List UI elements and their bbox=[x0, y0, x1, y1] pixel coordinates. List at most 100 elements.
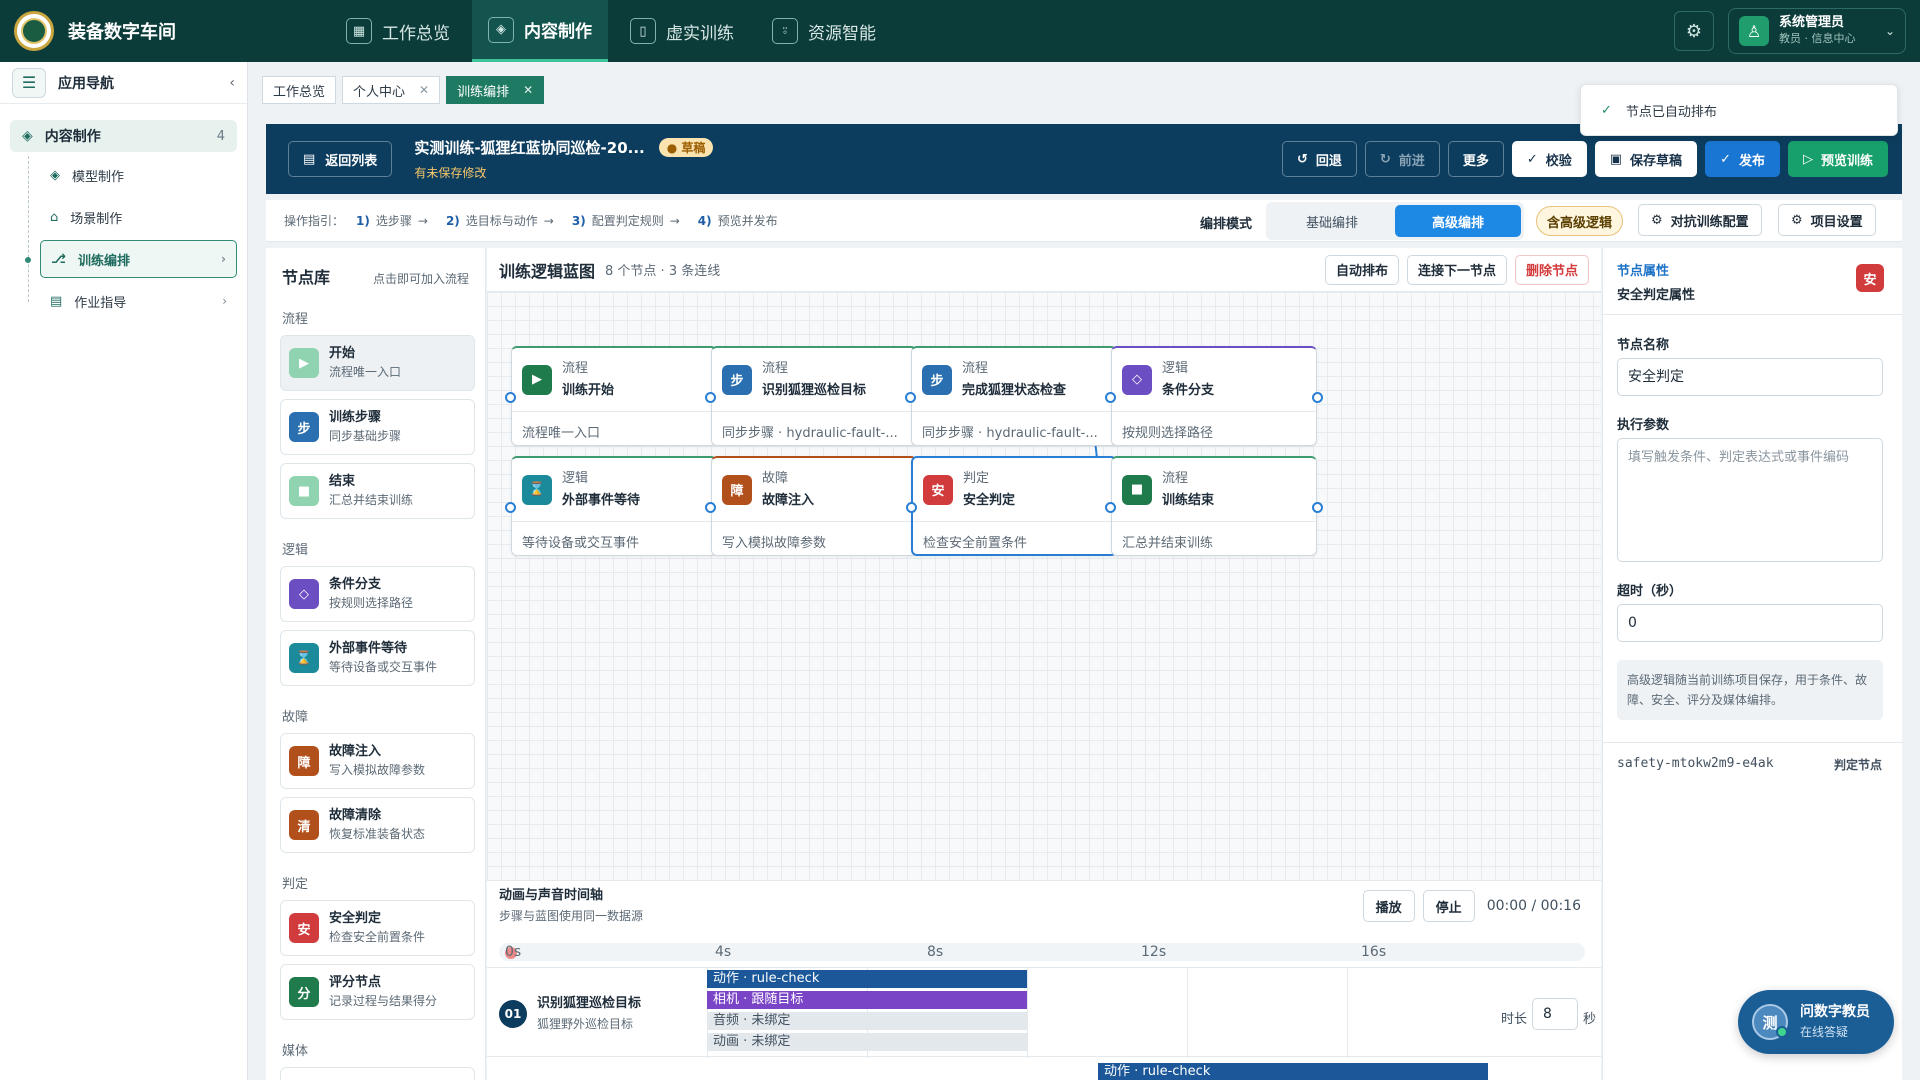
input-port[interactable] bbox=[705, 502, 716, 513]
delete-node-button[interactable]: 删除节点 bbox=[1514, 254, 1589, 285]
assistant-name: 问数字教员 bbox=[1800, 1004, 1870, 1020]
sidebar-item[interactable]: ⎇ 训练编排 › bbox=[25, 240, 237, 278]
tab[interactable]: 训练编排 ✕ bbox=[446, 76, 545, 104]
node-type-icon: ◇ bbox=[1122, 364, 1152, 395]
menu-icon[interactable]: ☰ bbox=[12, 67, 46, 98]
tab[interactable]: 工作总览 bbox=[262, 76, 337, 104]
project-name: 实测训练-狐狸红蓝协同巡检-20... bbox=[414, 139, 645, 157]
back-to-list-button[interactable]: ▤ 返回列表 bbox=[288, 141, 393, 177]
dashboard-icon: ▦ bbox=[346, 18, 372, 44]
output-port[interactable] bbox=[1312, 502, 1323, 513]
tab[interactable]: 个人中心 ✕ bbox=[342, 76, 441, 104]
stop-button[interactable]: 停止 bbox=[1422, 890, 1475, 922]
library-item-text: 故障清除 恢复标准装备状态 bbox=[329, 807, 425, 843]
play-icon: ▷ bbox=[1802, 151, 1813, 167]
library-title: 节点库 bbox=[282, 268, 331, 287]
arrow-right-icon: → bbox=[543, 213, 554, 228]
basic-mode-tab[interactable]: 基础编排 bbox=[1269, 205, 1395, 237]
sidebar-item[interactable]: ▤ 作业指导 › bbox=[40, 282, 237, 320]
timeline-segment[interactable]: 音频 · 未绑定 bbox=[707, 1012, 1027, 1030]
library-item[interactable]: 分评分节点 记录过程与结果得分 bbox=[280, 964, 475, 1020]
timeline-segment[interactable]: 动作 · rule-check bbox=[707, 970, 1027, 988]
blueprint-node[interactable]: 步流程 完成狐狸状态检查 同步步骤 · hydraulic-fault-... bbox=[905, 346, 1123, 446]
preview-training-button[interactable]: ▷ 预览训练 bbox=[1787, 141, 1888, 177]
save-draft-button[interactable]: ▣ 保存草稿 bbox=[1594, 141, 1698, 177]
gear-icon[interactable]: ⚙ bbox=[1674, 11, 1714, 51]
timeout-input[interactable]: 0 bbox=[1617, 604, 1883, 642]
input-port[interactable] bbox=[1105, 392, 1116, 403]
blueprint-node[interactable]: 安判定 安全判定 检查安全前置条件 bbox=[906, 456, 1122, 556]
connect-next-button[interactable]: 连接下一节点 bbox=[1406, 254, 1507, 285]
canvas-grid[interactable]: ▶ 流程 训练开始 流程唯一入口步流程 识别狐狸巡检目标 同步步骤 · hydraulic… bbox=[487, 292, 1601, 880]
timeline-segment[interactable]: 动作 · rule-check bbox=[1098, 1063, 1488, 1080]
library-item[interactable]: 清故障清除 恢复标准装备状态 bbox=[280, 797, 475, 853]
tab-label: 个人中心 bbox=[353, 84, 406, 100]
validate-button[interactable]: ✓ 校验 bbox=[1511, 141, 1587, 177]
auto-layout-button[interactable]: 自动排布 bbox=[1324, 254, 1399, 285]
blueprint-canvas: 训练逻辑蓝图 8 个节点 · 3 条连线 自动排布 连接下一节点 删除节点 ▶ 流… bbox=[487, 248, 1601, 880]
timeline-segment[interactable]: 动画 · 未绑定 bbox=[707, 1033, 1027, 1051]
sidebar-item[interactable]: ◈ 模型制作 bbox=[40, 156, 237, 194]
blueprint-node[interactable]: 障故障 故障注入 写入模拟故障参数 bbox=[705, 456, 923, 556]
blueprint-node[interactable]: ◇ 逻辑 条件分支 按规则选择路径 bbox=[1105, 346, 1323, 446]
duration-input[interactable]: 8 bbox=[1532, 998, 1578, 1030]
node-desc: 写入模拟故障参数 bbox=[722, 536, 827, 551]
project-settings-button[interactable]: ⚙ 项目设置 bbox=[1778, 204, 1876, 236]
library-item[interactable]: 安安全判定 检查安全前置条件 bbox=[280, 900, 475, 956]
output-port[interactable] bbox=[1312, 392, 1323, 403]
input-port[interactable] bbox=[505, 502, 516, 513]
adversarial-config-button[interactable]: ⚙ 对抗训练配置 bbox=[1638, 204, 1762, 236]
library-item[interactable]: 障故障注入 写入模拟故障参数 bbox=[280, 733, 475, 789]
blueprint-node[interactable]: ⌛ 逻辑 外部事件等待 等待设备或交互事件 bbox=[505, 456, 723, 556]
topnav-item[interactable]: ◈ 内容制作 bbox=[472, 0, 608, 62]
assistant-icon: 测 bbox=[1752, 1004, 1788, 1040]
collapse-sidebar-icon[interactable]: ‹ bbox=[229, 75, 235, 91]
blueprint-node[interactable]: ■ 流程 训练结束 汇总并结束训练 bbox=[1105, 456, 1323, 556]
node-category: 逻辑 bbox=[1162, 360, 1189, 376]
library-item[interactable]: 相相机控制 bbox=[280, 1067, 475, 1080]
library-item[interactable]: ⌛ 外部事件等待 等待设备或交互事件 bbox=[280, 630, 475, 686]
redo-button[interactable]: ↻ 前进 bbox=[1364, 141, 1440, 177]
timeline-ruler[interactable]: 0s 4s 8s 12s 16s bbox=[499, 943, 1585, 961]
input-port[interactable] bbox=[705, 392, 716, 403]
assistant-button[interactable]: 测 问数字教员 在线答疑 bbox=[1738, 990, 1894, 1054]
library-item[interactable]: 步训练步骤 同步基础步骤 bbox=[280, 399, 475, 455]
topnav-item[interactable]: ⍤ 资源智能 bbox=[756, 0, 892, 62]
blueprint-node[interactable]: 步流程 识别狐狸巡检目标 同步步骤 · hydraulic-fault-... bbox=[705, 346, 923, 446]
arrow-right-icon: → bbox=[417, 213, 428, 228]
play-button[interactable]: 播放 bbox=[1362, 890, 1415, 922]
duration-unit: 秒 bbox=[1583, 1012, 1597, 1027]
input-port[interactable] bbox=[906, 502, 917, 513]
exec-params-textarea[interactable]: 填写触发条件、判定表达式或事件编码 bbox=[1617, 438, 1883, 562]
node-name-input[interactable]: 安全判定 bbox=[1617, 358, 1883, 396]
advanced-mode-tab[interactable]: 高级编排 bbox=[1395, 205, 1521, 237]
exec-params-label: 执行参数 bbox=[1617, 418, 1670, 433]
timeline-segment[interactable]: 相机 · 跟随目标 bbox=[707, 991, 1027, 1009]
library-item[interactable]: ◇ 条件分支 按规则选择路径 bbox=[280, 566, 475, 622]
node-text: 流程 训练开始 bbox=[562, 358, 614, 402]
publish-button[interactable]: ✓ 发布 bbox=[1705, 141, 1780, 177]
brand[interactable]: 装备数字车间 bbox=[0, 11, 330, 51]
undo-button[interactable]: ↺ 回退 bbox=[1281, 141, 1357, 177]
topnav-item[interactable]: ▯ 虚实训练 bbox=[614, 0, 750, 62]
sidebar-item[interactable]: ⌂ 场景制作 bbox=[40, 198, 237, 236]
more-button[interactable]: 更多 bbox=[1447, 141, 1504, 177]
close-icon[interactable]: ✕ bbox=[419, 83, 429, 97]
topnav-item[interactable]: ▦ 工作总览 bbox=[330, 0, 466, 62]
blueprint-node[interactable]: ▶ 流程 训练开始 流程唯一入口 bbox=[505, 346, 723, 446]
user-menu[interactable]: ♙ 系统管理员 教员 · 信息中心 ⌄ bbox=[1728, 8, 1906, 54]
close-icon[interactable]: ✕ bbox=[523, 83, 533, 97]
library-item[interactable]: ■ 结束 汇总并结束训练 bbox=[280, 463, 475, 519]
input-port[interactable] bbox=[1105, 502, 1116, 513]
input-port[interactable] bbox=[905, 392, 916, 403]
library-item-desc: 写入模拟故障参数 bbox=[329, 763, 426, 777]
toast-notification: ✓ 节点已自动排布 bbox=[1580, 84, 1898, 136]
input-port[interactable] bbox=[505, 392, 516, 403]
library-item[interactable]: ▶ 开始 流程唯一入口 bbox=[280, 335, 475, 391]
track-name: 识别狐狸巡检目标 bbox=[537, 996, 642, 1011]
node-type-icon: 障 bbox=[722, 474, 752, 505]
node-type-icon: 清 bbox=[289, 810, 319, 840]
grid-line bbox=[1187, 968, 1188, 1058]
sidebar-group-content[interactable]: ◈ 内容制作 4 bbox=[10, 120, 237, 152]
sidebar-title: 应用导航 bbox=[58, 75, 114, 92]
